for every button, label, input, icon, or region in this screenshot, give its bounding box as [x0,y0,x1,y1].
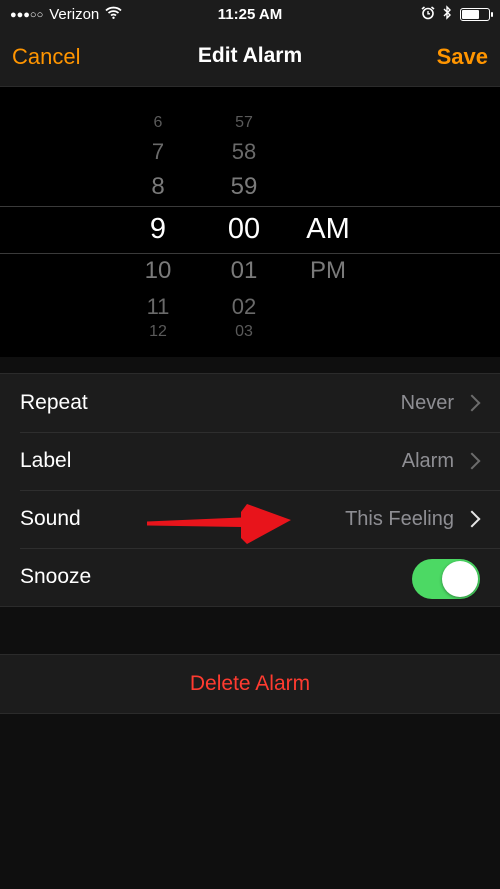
minute-option: 01 [230,257,258,284]
hour-option: 6 [153,114,163,131]
label-value: Alarm [401,450,454,472]
snooze-toggle[interactable] [412,559,480,599]
delete-alarm-button[interactable]: Delete Alarm [0,654,500,714]
toggle-knob [442,561,478,597]
chevron-right-icon [463,452,481,470]
label-row[interactable]: Label Alarm [0,432,500,490]
page-title: Edit Alarm [197,44,303,67]
sound-label: Sound [20,507,81,530]
hour-option: 10 [144,257,172,284]
minute-option: 58 [231,139,257,164]
alarm-icon [421,5,435,23]
period-selected: AM [306,213,350,245]
hour-option: 12 [149,323,167,340]
hour-option: 11 [146,294,170,319]
period-option: PM [310,257,346,284]
annotation-arrow-icon [147,504,291,544]
battery-icon [460,7,493,21]
minute-option: 57 [235,114,253,131]
snooze-label: Snooze [20,565,92,588]
chevron-right-icon [463,510,481,528]
label-label: Label [20,449,72,472]
hour-option: 7 [151,139,165,164]
minute-selected: 00 [227,213,261,245]
status-right [421,5,493,23]
minute-option: 02 [231,294,257,319]
repeat-label: Repeat [20,391,88,414]
chevron-right-icon [463,394,481,412]
repeat-row[interactable]: Repeat Never [0,374,500,432]
hour-option: 8 [151,173,165,200]
hour-selected: 9 [149,213,167,245]
status-bar: ●●●○○ Verizon 11:25 AM [0,0,500,30]
alarm-settings-list: Repeat Never Label Alarm Sound This Feel… [0,373,500,607]
repeat-value: Never [400,392,454,414]
delete-alarm-label: Delete Alarm [189,672,311,695]
sound-value: This Feeling [345,508,454,530]
navigation-bar: Cancel Edit Alarm Save [0,30,500,87]
minute-option: 59 [230,173,258,200]
bluetooth-icon [443,5,452,23]
time-picker: 6 7 8 9 10 11 12 57 58 59 00 01 02 03 AM… [0,87,500,357]
minute-option: 03 [235,323,253,340]
snooze-row: Snooze [0,548,500,606]
save-button[interactable]: Save [437,44,488,70]
